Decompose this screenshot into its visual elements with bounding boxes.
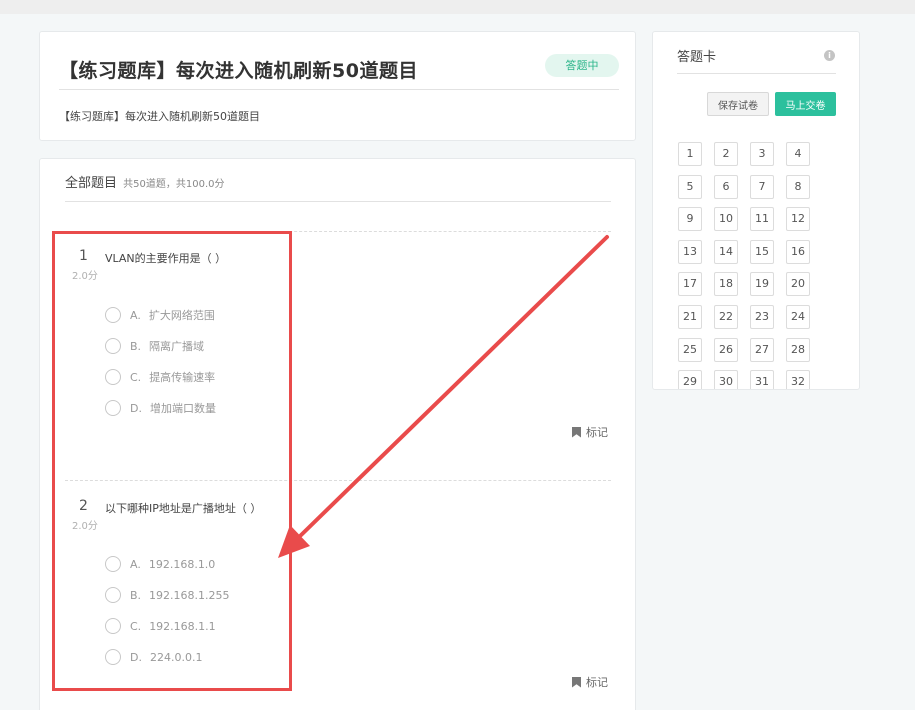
question-number: 2: [79, 498, 88, 514]
radio-button[interactable]: [105, 338, 121, 354]
radio-button[interactable]: [105, 400, 121, 416]
answer-sheet-number-19[interactable]: 19: [750, 272, 774, 297]
option-b[interactable]: B. 隔离广播域: [105, 336, 204, 356]
answer-sheet-number-3[interactable]: 3: [750, 142, 774, 166]
option-a[interactable]: A. 192.168.1.0: [105, 554, 215, 574]
question-text: VLAN的主要作用是（ ）: [105, 252, 227, 265]
option-letter: D.: [130, 650, 142, 664]
answer-sheet-number-17[interactable]: 17: [678, 272, 702, 297]
answer-sheet-number-24[interactable]: 24: [786, 305, 810, 329]
bookmark-icon: [572, 676, 581, 688]
radio-button[interactable]: [105, 369, 121, 385]
answer-sheet-number-8[interactable]: 8: [786, 174, 810, 199]
answer-sheet-number-30[interactable]: 30: [714, 370, 738, 389]
section-divider: [65, 201, 611, 202]
exam-header-card: 【练习题库】每次进入随机刷新50道题目 答题中 【练习题库】每次进入随机刷新50…: [39, 31, 636, 141]
answer-sheet-number-14[interactable]: 14: [714, 239, 738, 264]
radio-button[interactable]: [105, 618, 121, 634]
answer-sheet-number-6[interactable]: 6: [714, 174, 738, 199]
header-divider: [59, 89, 619, 90]
answer-sheet-number-13[interactable]: 13: [678, 239, 702, 264]
option-letter: D.: [130, 401, 142, 415]
option-text: 增加端口数量: [149, 402, 216, 415]
save-exam-button[interactable]: 保存试卷: [707, 92, 769, 116]
option-letter: C.: [130, 370, 142, 384]
option-letter: B.: [130, 588, 142, 602]
option-letter: A.: [130, 557, 141, 571]
answer-sheet-number-27[interactable]: 27: [750, 337, 774, 362]
answer-sheet-number-29[interactable]: 29: [678, 370, 702, 389]
bookmark-icon: [572, 426, 581, 438]
section-title-label: 全部题目: [65, 176, 118, 191]
answer-sheet-number-21[interactable]: 21: [678, 305, 702, 329]
page-subtitle: 【练习题库】每次进入随机刷新50道题目: [59, 110, 260, 123]
mark-label: 标记: [586, 676, 608, 689]
mark-label: 标记: [586, 426, 608, 439]
option-text: 扩大网络范围: [148, 309, 215, 322]
answer-sheet-number-18[interactable]: 18: [714, 272, 738, 297]
answer-sheet-number-11[interactable]: 11: [750, 207, 774, 232]
question-2: 2 2.0分 以下哪种IP地址是广播地址（ ） A. 192.168.1.0 B…: [40, 481, 637, 710]
answer-sheet-number-28[interactable]: 28: [786, 337, 810, 362]
answer-sheet-number-23[interactable]: 23: [750, 305, 774, 329]
answer-sheet-number-2[interactable]: 2: [714, 142, 738, 166]
answer-sheet-number-26[interactable]: 26: [714, 337, 738, 362]
status-badge: 答题中: [545, 54, 619, 77]
radio-button[interactable]: [105, 307, 121, 323]
section-title: 全部题目 共50道题，共100.0分: [65, 172, 225, 191]
option-text: 192.168.1.0: [148, 557, 216, 571]
option-letter: B.: [130, 339, 142, 353]
section-meta: 共50道题，共100.0分: [123, 179, 225, 190]
answer-sheet-number-22[interactable]: 22: [714, 305, 738, 329]
top-bar: [0, 0, 915, 14]
option-c[interactable]: C. 提高传输速率: [105, 367, 215, 387]
mark-button[interactable]: 标记: [572, 674, 608, 690]
option-text: 隔离广播域: [149, 340, 205, 353]
info-icon[interactable]: i: [824, 50, 835, 61]
option-d[interactable]: D. 增加端口数量: [105, 398, 216, 418]
answer-sheet-number-31[interactable]: 31: [750, 370, 774, 389]
question-1: 1 2.0分 VLAN的主要作用是（ ） A. 扩大网络范围 B. 隔离广播域 …: [40, 231, 637, 481]
option-b[interactable]: B. 192.168.1.255: [105, 585, 230, 605]
answer-sheet-number-10[interactable]: 10: [714, 207, 738, 232]
question-list-card: 全部题目 共50道题，共100.0分 1 2.0分 VLAN的主要作用是（ ） …: [39, 158, 636, 710]
option-text: 提高传输速率: [149, 371, 216, 384]
answer-sheet-number-9[interactable]: 9: [678, 207, 702, 232]
question-score: 2.0分: [72, 271, 98, 282]
answer-sheet-number-15[interactable]: 15: [750, 239, 774, 264]
mark-button[interactable]: 标记: [572, 424, 608, 440]
answer-sheet-number-7[interactable]: 7: [750, 174, 774, 199]
radio-button[interactable]: [105, 649, 121, 665]
option-a[interactable]: A. 扩大网络范围: [105, 305, 215, 325]
answer-sheet-number-4[interactable]: 4: [786, 142, 810, 166]
question-score: 2.0分: [72, 521, 98, 532]
question-text: 以下哪种IP地址是广播地址（ ）: [105, 502, 262, 515]
page-title: 【练习题库】每次进入随机刷新50道题目: [59, 60, 418, 82]
answer-sheet-number-25[interactable]: 25: [678, 337, 702, 362]
answer-sheet-number-16[interactable]: 16: [786, 239, 810, 264]
radio-button[interactable]: [105, 556, 121, 572]
option-text: 192.168.1.255: [149, 588, 230, 602]
option-text: 224.0.0.1: [149, 650, 203, 664]
answer-sheet-number-5[interactable]: 5: [678, 174, 702, 199]
answer-sheet-card: 答题卡 i 保存试卷 马上交卷 1 2 3 4 5 6 7 8 9 10 11 12 13 14 15 16 1…: [652, 31, 860, 390]
answer-sheet-number-32[interactable]: 32: [786, 370, 810, 389]
option-d[interactable]: D. 224.0.0.1: [105, 647, 202, 667]
answer-sheet-number-1[interactable]: 1: [678, 142, 702, 166]
answer-sheet-number-12[interactable]: 12: [786, 207, 810, 232]
sheet-divider: [677, 73, 836, 74]
answer-sheet-title: 答题卡: [677, 50, 717, 65]
option-letter: A.: [130, 308, 141, 322]
option-text: 192.168.1.1: [149, 619, 216, 633]
option-c[interactable]: C. 192.168.1.1: [105, 616, 216, 636]
radio-button[interactable]: [105, 587, 121, 603]
option-letter: C.: [130, 619, 142, 633]
submit-exam-button[interactable]: 马上交卷: [775, 92, 836, 116]
answer-sheet-number-20[interactable]: 20: [786, 272, 810, 297]
question-number: 1: [79, 248, 88, 264]
